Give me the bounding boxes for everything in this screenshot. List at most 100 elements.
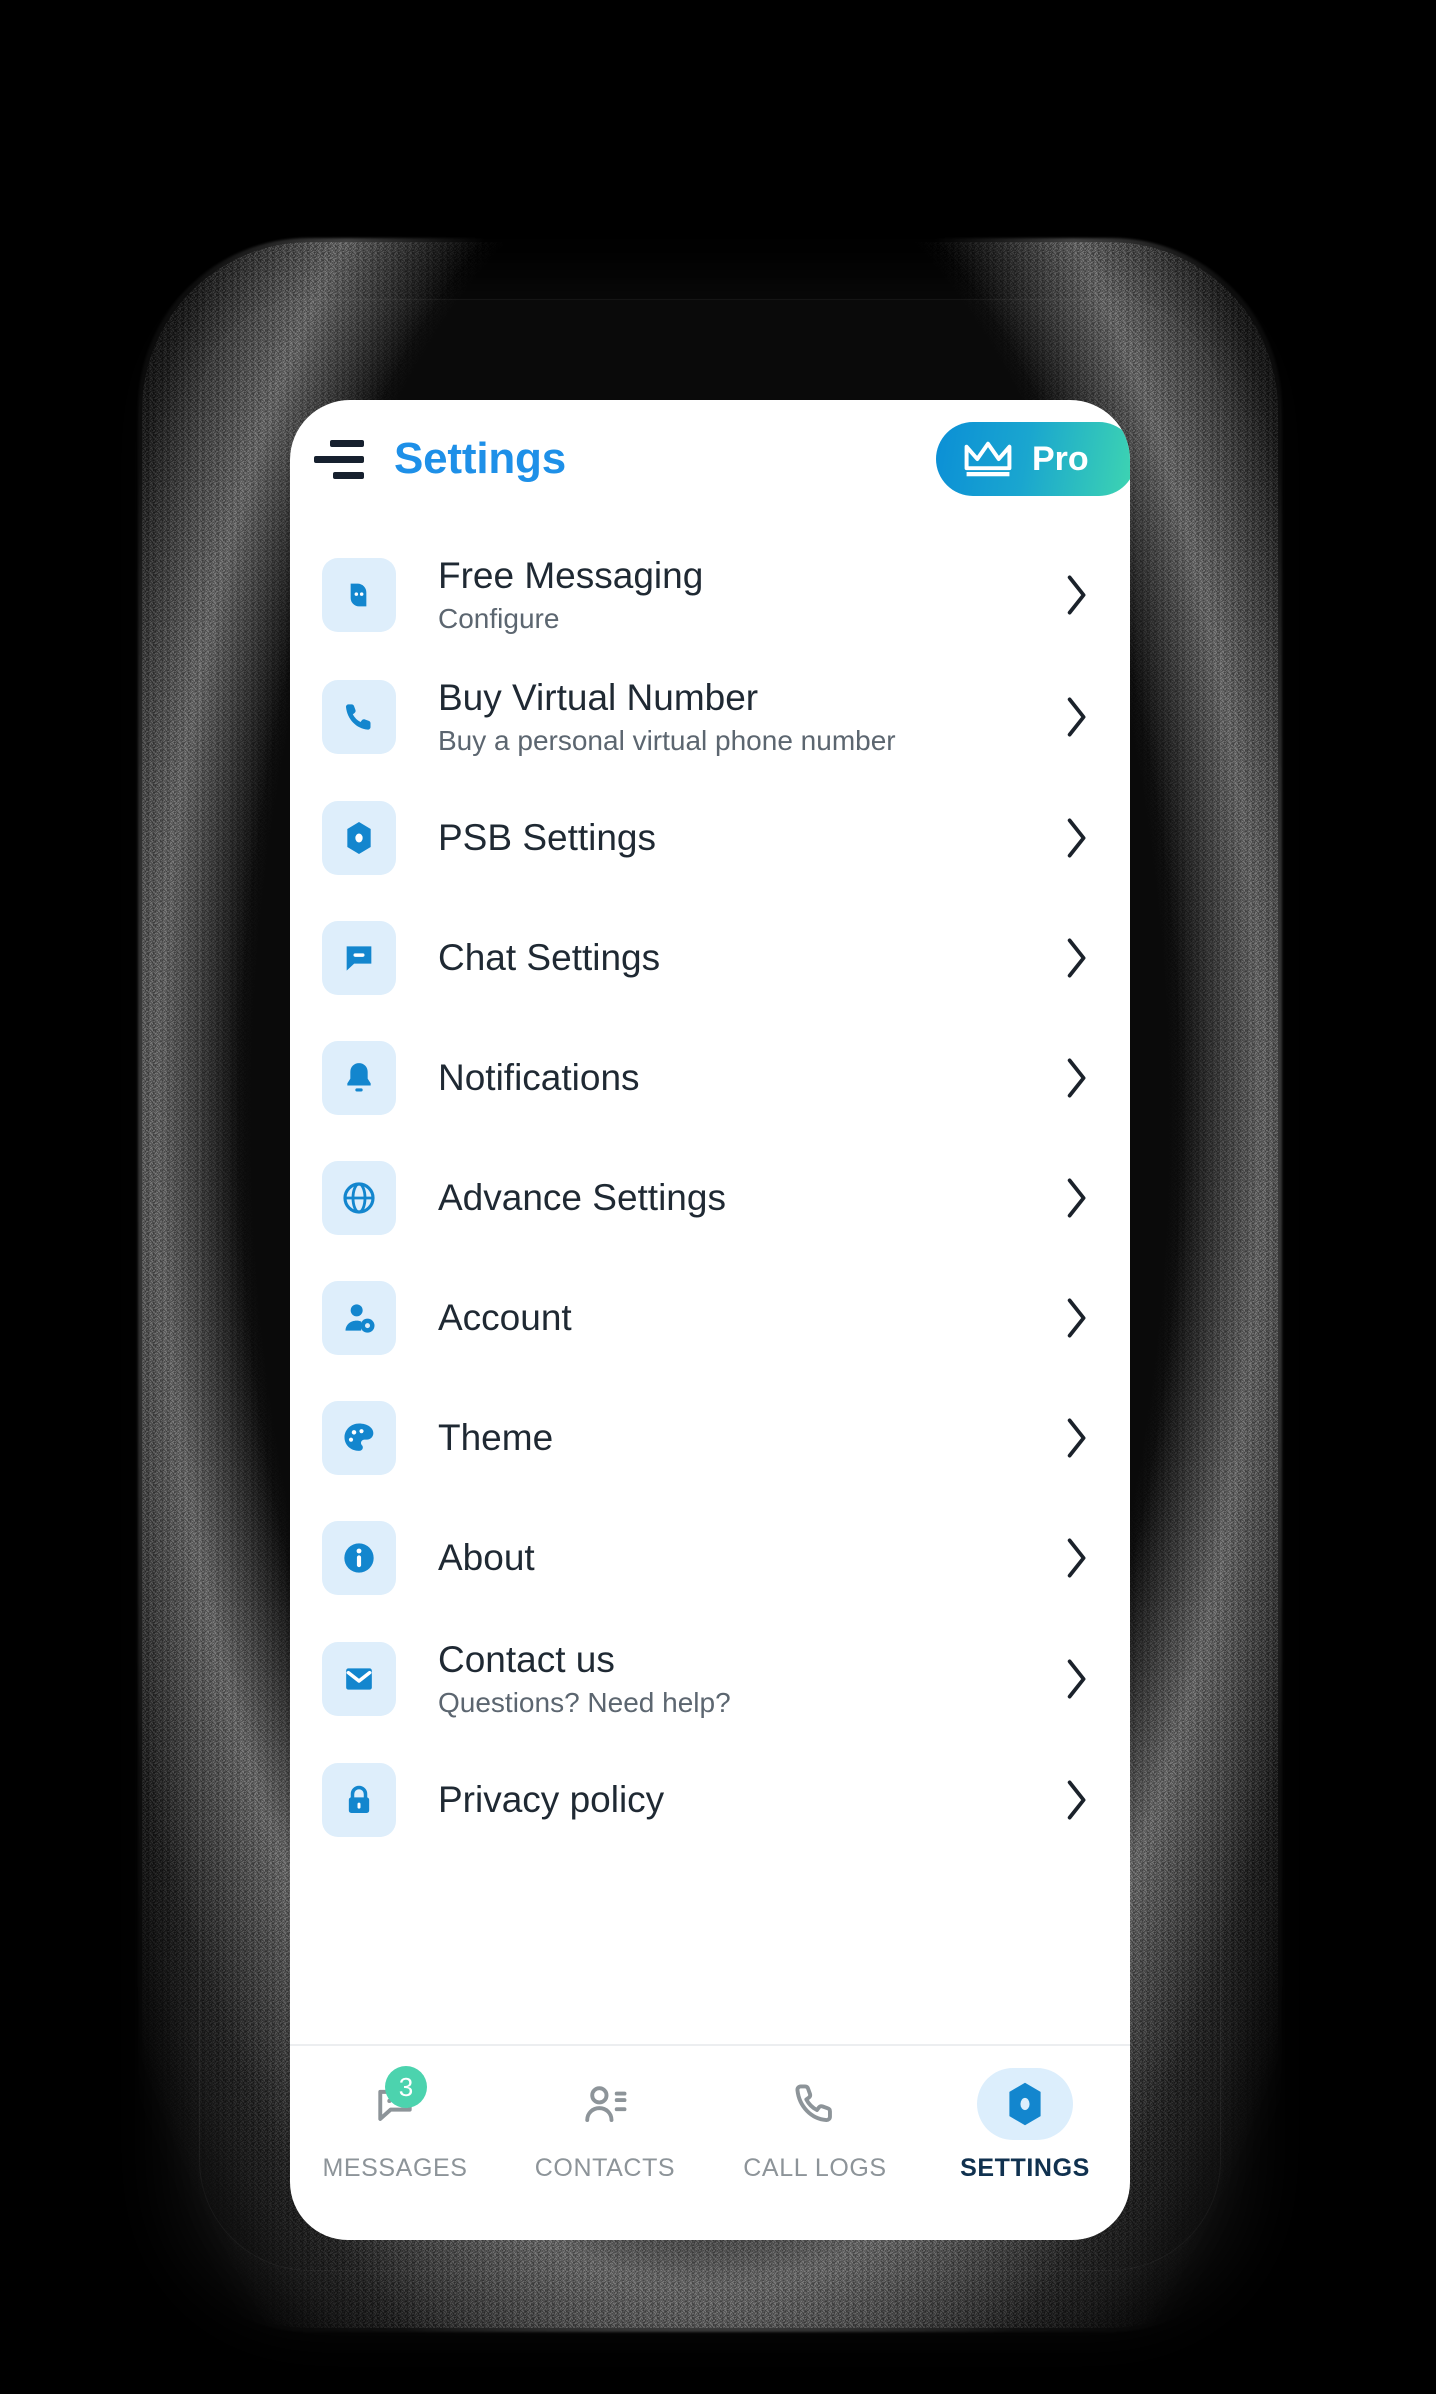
nav-item-contacts[interactable]: CONTACTS — [500, 2068, 710, 2183]
crown-icon — [964, 441, 1012, 477]
settings-row[interactable]: Account — [290, 1258, 1130, 1378]
chevron-right-icon[interactable] — [1060, 1293, 1094, 1343]
nav-item-label: CONTACTS — [534, 2154, 676, 2182]
chat-bubble-icon — [322, 558, 396, 632]
chevron-right-icon — [1067, 697, 1086, 737]
settings-row[interactable]: Notifications — [290, 1018, 1130, 1138]
settings-row-subtitle: Questions? Need help? — [438, 1687, 731, 1719]
lock-icon — [322, 1763, 396, 1837]
chevron-right-icon[interactable] — [1060, 570, 1094, 620]
globe-icon — [343, 1182, 375, 1214]
settings-row-title: Advance Settings — [438, 1176, 726, 1218]
settings-row-text: Contact us Questions? Need help? — [438, 1639, 1060, 1720]
settings-row-text: PSB Settings — [438, 817, 1060, 860]
bottom-navigation-bar: 3 MESSAGES CONTACTS CALL LOGS SETTINGS — [290, 2044, 1130, 2240]
palette-icon — [322, 1401, 396, 1475]
chevron-right-icon — [1067, 1058, 1086, 1098]
call-log-icon — [767, 2068, 863, 2140]
chevron-right-icon[interactable] — [1060, 1053, 1094, 1103]
settings-row-title: Privacy policy — [438, 1778, 665, 1820]
settings-row-text: Notifications — [438, 1057, 1060, 1100]
contacts-icon — [585, 2086, 627, 2122]
settings-row-text: Privacy policy — [438, 1779, 1060, 1822]
nav-item-call-logs[interactable]: CALL LOGS — [710, 2068, 920, 2183]
settings-row-subtitle: Configure — [438, 603, 560, 635]
chevron-right-icon[interactable] — [1060, 1654, 1094, 1704]
chevron-right-icon — [1067, 1538, 1086, 1578]
settings-row[interactable]: Contact us Questions? Need help? — [290, 1618, 1130, 1740]
info-icon — [322, 1521, 396, 1595]
settings-row-title: Theme — [438, 1416, 554, 1458]
hexagon-icon — [347, 822, 371, 854]
chevron-right-icon — [1067, 938, 1086, 978]
hamburger-line-2 — [314, 455, 364, 463]
chevron-right-icon — [1067, 1659, 1086, 1699]
settings-row[interactable]: Chat Settings — [290, 898, 1130, 1018]
settings-row[interactable]: Free Messaging Configure — [290, 534, 1130, 656]
settings-row[interactable]: Privacy policy — [290, 1740, 1130, 1860]
settings-row-text: Theme — [438, 1417, 1060, 1460]
chevron-right-icon[interactable] — [1060, 1413, 1094, 1463]
hexagon-icon — [1009, 2082, 1041, 2126]
settings-row[interactable]: PSB Settings — [290, 778, 1130, 898]
hamburger-line-3 — [333, 471, 364, 479]
nav-item-settings[interactable]: SETTINGS — [920, 2068, 1130, 2183]
settings-row-subtitle: Buy a personal virtual phone number — [438, 725, 896, 757]
globe-icon — [322, 1161, 396, 1235]
pro-upgrade-button[interactable]: Pro — [936, 422, 1130, 496]
phone-icon — [322, 680, 396, 754]
chevron-right-icon[interactable] — [1060, 1173, 1094, 1223]
bell-icon — [347, 1063, 371, 1092]
chevron-right-icon — [1067, 1780, 1086, 1820]
page-title: Settings — [394, 434, 566, 483]
pro-button-label: Pro — [1032, 439, 1089, 478]
chevron-right-icon — [1067, 818, 1086, 858]
nav-item-messages[interactable]: 3 MESSAGES — [290, 2066, 500, 2183]
chevron-right-icon[interactable] — [1060, 933, 1094, 983]
account-gear-icon — [345, 1304, 375, 1333]
app-bar: Settings Pro — [290, 400, 1130, 518]
settings-row-text: Buy Virtual Number Buy a personal virtual… — [438, 677, 1060, 758]
settings-row-title: Chat Settings — [438, 936, 661, 978]
contacts-icon — [557, 2068, 653, 2140]
settings-row-title: Account — [438, 1296, 572, 1338]
chat-bubble-icon — [350, 583, 367, 607]
settings-row-title: PSB Settings — [438, 816, 657, 858]
unread-badge: 3 — [385, 2066, 427, 2108]
settings-row-title: Buy Virtual Number — [438, 676, 759, 718]
chevron-right-icon[interactable] — [1060, 1533, 1094, 1583]
hamburger-menu-icon[interactable] — [312, 431, 368, 487]
settings-row[interactable]: About — [290, 1498, 1130, 1618]
settings-row-title: Notifications — [438, 1056, 640, 1098]
settings-row-title: About — [438, 1536, 535, 1578]
settings-row-text: About — [438, 1537, 1060, 1580]
envelope-icon — [322, 1642, 396, 1716]
settings-row-text: Free Messaging Configure — [438, 555, 1060, 636]
chevron-right-icon — [1067, 1178, 1086, 1218]
settings-row[interactable]: Buy Virtual Number Buy a personal virtual… — [290, 656, 1130, 778]
palette-icon — [344, 1423, 374, 1451]
chat-settings-icon — [322, 921, 396, 995]
settings-row-text: Advance Settings — [438, 1177, 1060, 1220]
account-gear-icon — [322, 1281, 396, 1355]
info-icon — [344, 1543, 374, 1573]
settings-row[interactable]: Theme — [290, 1378, 1130, 1498]
call-log-icon — [795, 2084, 832, 2122]
hamburger-line-1 — [330, 439, 364, 447]
settings-row-title: Free Messaging — [438, 554, 704, 596]
settings-list: Free Messaging Configure Buy Virtual Numb… — [290, 518, 1130, 2044]
chevron-right-icon[interactable] — [1060, 1775, 1094, 1825]
chat-settings-icon — [346, 946, 372, 971]
nav-item-label: MESSAGES — [322, 2154, 468, 2182]
settings-row[interactable]: Advance Settings — [290, 1138, 1130, 1258]
lock-icon — [348, 1785, 370, 1813]
settings-row-text: Chat Settings — [438, 937, 1060, 980]
nav-item-label: CALL LOGS — [743, 2154, 887, 2182]
chevron-right-icon — [1067, 1298, 1086, 1338]
message-icon: 3 — [347, 2066, 443, 2140]
chevron-right-icon[interactable] — [1060, 813, 1094, 863]
settings-row-title: Contact us — [438, 1638, 615, 1680]
chevron-right-icon[interactable] — [1060, 692, 1094, 742]
phone-icon — [345, 704, 371, 730]
bell-icon — [322, 1041, 396, 1115]
